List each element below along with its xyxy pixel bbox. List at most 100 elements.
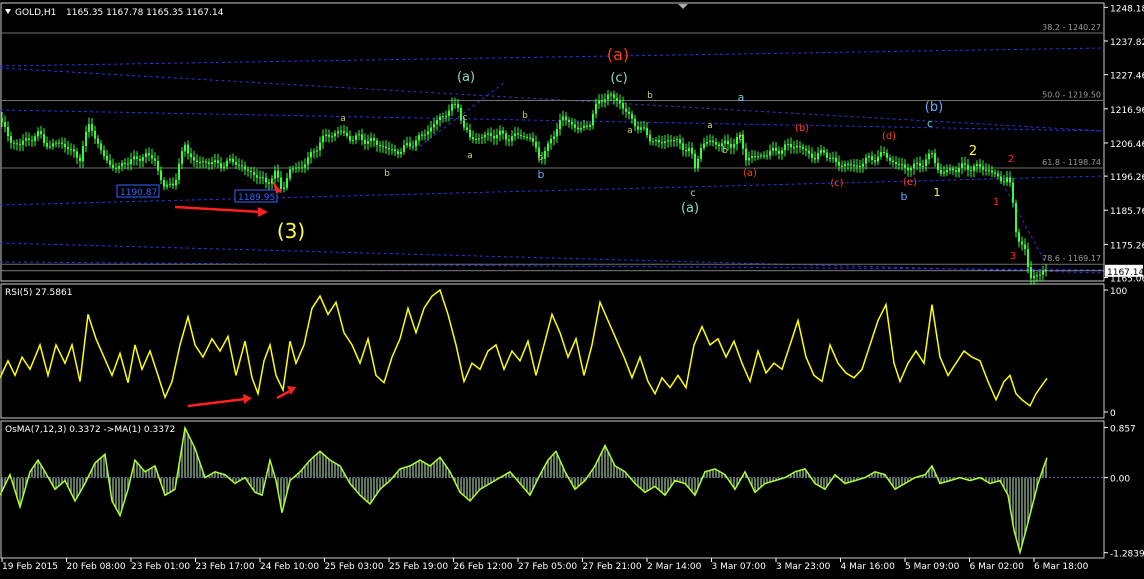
price-tick-label: 1206.46 — [1110, 140, 1144, 150]
candle-body — [1024, 244, 1026, 250]
wave-label: (c) — [610, 71, 627, 86]
candle-body — [556, 129, 558, 137]
candle-body — [535, 141, 537, 148]
candle-body — [934, 153, 936, 164]
wave-label: (b) — [925, 100, 943, 115]
candle-body — [508, 139, 510, 141]
candle-body — [553, 136, 555, 139]
candle-body — [10, 136, 12, 143]
candle-body — [568, 119, 570, 123]
wave-label: 2 — [969, 144, 977, 159]
candle-body — [457, 103, 459, 108]
candle-body — [43, 134, 45, 144]
candle-body — [298, 167, 300, 169]
candle-body — [28, 138, 30, 141]
price-box-label: 1189.95 — [238, 193, 275, 203]
candle-body — [244, 166, 246, 170]
candle-body — [844, 164, 846, 167]
candle-body — [412, 146, 414, 148]
candle-body — [241, 165, 243, 167]
candle-body — [76, 151, 78, 158]
candle-body — [499, 130, 501, 136]
time-tick-label: 3 Mar 07:00 — [712, 562, 767, 572]
symbol-label: GOLD,H1 — [15, 8, 56, 18]
candle-body — [520, 134, 522, 137]
candle-body — [694, 153, 696, 168]
ohlc-label: 1165.35 1167.78 1165.35 1167.14 — [66, 8, 224, 18]
rsi-label: RSI(5) 27.5861 — [5, 288, 72, 298]
candle-body — [634, 118, 636, 127]
candle-body — [505, 133, 507, 140]
candle-body — [715, 142, 717, 145]
candle-body — [37, 131, 39, 137]
candle-body — [475, 138, 477, 140]
candle-body — [799, 145, 801, 147]
candle-body — [397, 151, 399, 155]
candle-body — [376, 140, 378, 146]
candle-body — [169, 183, 171, 185]
candle-body — [769, 150, 771, 156]
price-tick-label: 1227.46 — [1110, 72, 1144, 82]
trading-chart[interactable]: 1248.18 1237.82 1227.46 1216.96 1206.46 1196.… — [0, 0, 1144, 575]
wave-label: (e) — [903, 177, 917, 188]
candle-body — [343, 131, 345, 133]
candle-body — [631, 113, 633, 119]
candle-body — [874, 160, 876, 162]
candle-body — [61, 142, 63, 144]
candle-body — [790, 143, 792, 148]
candle-body — [310, 152, 312, 158]
candle-body — [901, 164, 903, 166]
candle-body — [697, 158, 699, 168]
candle-body — [916, 162, 918, 164]
candle-body — [733, 144, 735, 148]
candle-body — [352, 139, 354, 141]
candle-body — [496, 135, 498, 139]
wave-label: (3) — [277, 219, 305, 243]
candle-body — [973, 166, 975, 171]
fib-level-label: 50.0 - 1219.50 — [1042, 91, 1101, 100]
candle-body — [688, 147, 690, 152]
candle-body — [724, 140, 726, 144]
candle-body — [514, 133, 516, 137]
candle-body — [1036, 275, 1038, 277]
candle-body — [1042, 270, 1044, 275]
candle-body — [337, 131, 339, 134]
candle-body — [112, 164, 114, 168]
candle-body — [637, 126, 639, 130]
candle-body — [493, 135, 495, 139]
candle-body — [994, 172, 996, 174]
price-tick-label: 1185.76 — [1110, 207, 1144, 217]
wave-label: c — [538, 153, 543, 163]
candle-body — [292, 168, 294, 170]
candle-body — [253, 172, 255, 176]
candle-body — [88, 124, 90, 132]
candle-body — [19, 144, 21, 146]
time-tick-label: 23 Feb 01:00 — [131, 562, 190, 572]
candle-body — [58, 142, 60, 144]
wave-label: a — [627, 126, 633, 136]
candle-body — [178, 163, 180, 180]
wave-label: b — [647, 91, 653, 101]
candle-body — [49, 146, 51, 148]
candle-body — [889, 157, 891, 161]
candle-body — [202, 161, 204, 163]
candle-body — [805, 148, 807, 151]
candle-body — [823, 149, 825, 153]
candle-body — [778, 150, 780, 154]
time-tick-label: 19 Feb 2015 — [2, 562, 58, 572]
candle-body — [604, 99, 606, 102]
candle-body — [34, 136, 36, 142]
candle-body — [670, 140, 672, 142]
candle-body — [484, 134, 486, 138]
wave-label: 1 — [934, 186, 941, 199]
candle-body — [643, 127, 645, 129]
candle-body — [829, 157, 831, 159]
candle-body — [517, 133, 519, 135]
candle-body — [760, 155, 762, 157]
wave-label: (a) — [681, 201, 699, 216]
candle-body — [55, 143, 57, 145]
candle-body — [667, 140, 669, 142]
candle-body — [82, 146, 84, 162]
candle-body — [430, 127, 432, 132]
candle-body — [469, 129, 471, 138]
